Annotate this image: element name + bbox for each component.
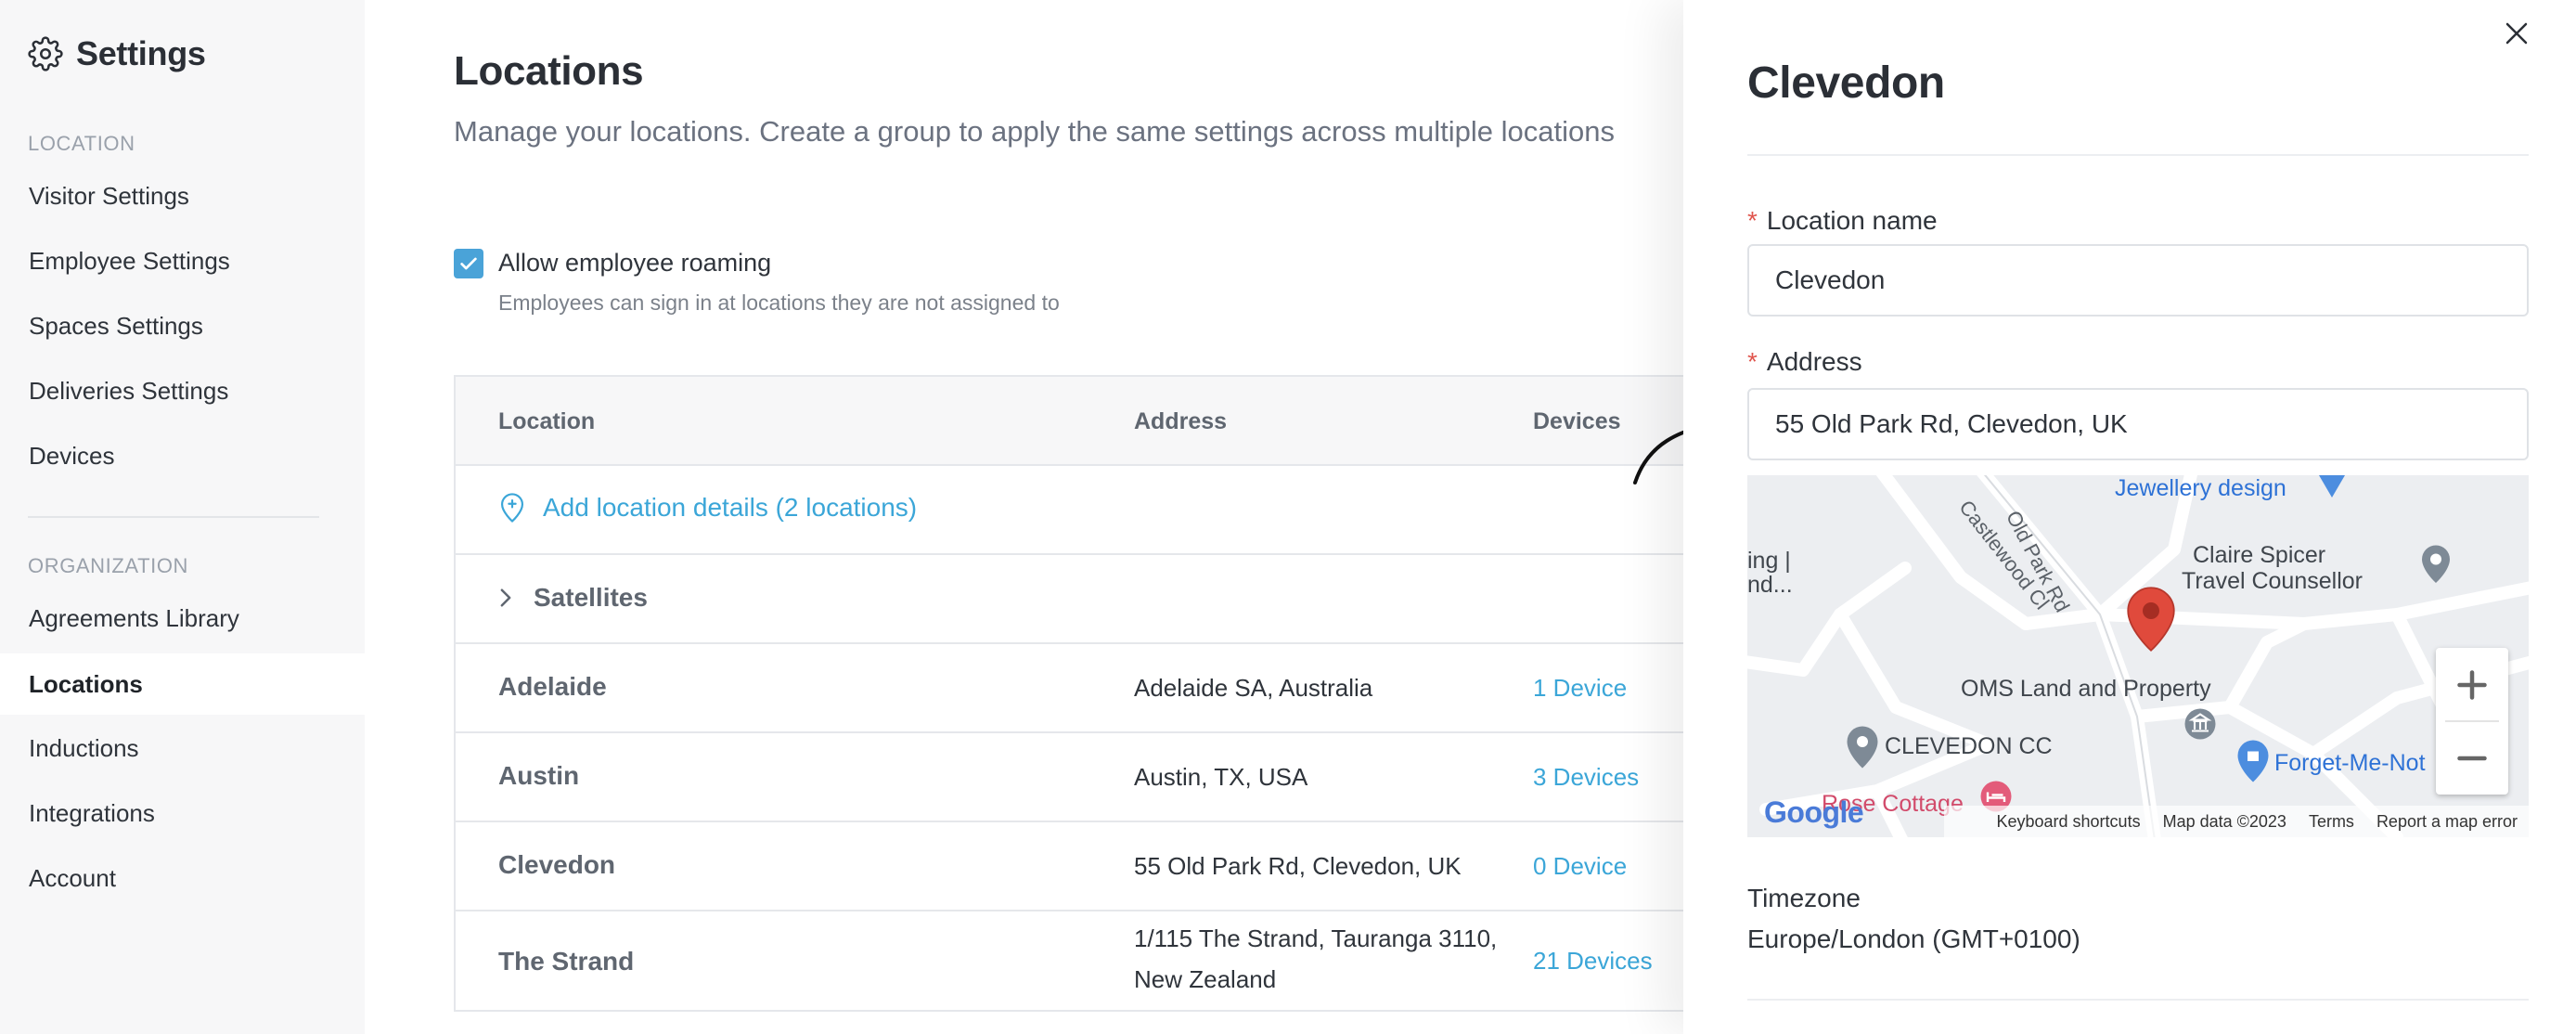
devices-link[interactable]: 21 Devices bbox=[1533, 947, 1653, 976]
page-subtitle: Manage your locations. Create a group to… bbox=[454, 115, 1616, 148]
panel-divider bbox=[1747, 154, 2529, 156]
close-icon[interactable] bbox=[2503, 19, 2531, 47]
table-header: Location Address Devices bbox=[456, 377, 1753, 466]
sidebar-item-visitor-settings[interactable]: Visitor Settings bbox=[0, 168, 365, 224]
location-address-line2: New Zealand bbox=[1134, 965, 1277, 993]
table-row[interactable]: Austin Austin, TX, USA 3 Devices bbox=[456, 733, 1753, 822]
location-address: Adelaide SA, Australia bbox=[1134, 674, 1373, 702]
map-roads bbox=[1747, 475, 2529, 837]
roaming-help-text: Employees can sign in at locations they … bbox=[498, 291, 1060, 315]
zoom-out-button[interactable] bbox=[2436, 721, 2508, 795]
map-marker-grey-icon bbox=[1847, 726, 1878, 769]
map-zoom-control bbox=[2436, 648, 2508, 795]
map-label-claire-2: Travel Counsellor bbox=[2182, 568, 2363, 594]
keyboard-shortcuts-link[interactable]: Keyboard shortcuts bbox=[1996, 812, 2140, 832]
location-address: 55 Old Park Rd, Clevedon, UK bbox=[1134, 852, 1462, 880]
map-data-attribution: Map data ©2023 bbox=[2162, 811, 2286, 831]
table-row-group[interactable]: Satellites bbox=[456, 555, 1753, 644]
locations-table: Location Address Devices Add location de… bbox=[454, 375, 1753, 1012]
sidebar-divider bbox=[28, 516, 319, 518]
map-label-claire-1: Claire Spicer bbox=[2193, 542, 2326, 568]
sidebar-item-spaces-settings[interactable]: Spaces Settings bbox=[0, 298, 365, 354]
group-label: Satellites bbox=[534, 583, 648, 612]
check-icon bbox=[460, 257, 477, 270]
terms-link[interactable]: Terms bbox=[2309, 812, 2354, 832]
map-museum-icon bbox=[2184, 708, 2216, 740]
map-marker-blue-icon bbox=[2319, 475, 2345, 498]
location-address: Austin, TX, USA bbox=[1134, 763, 1308, 791]
sidebar-item-deliveries-settings[interactable]: Deliveries Settings bbox=[0, 363, 365, 419]
roaming-label[interactable]: Allow employee roaming bbox=[498, 249, 771, 278]
map-label-ing: ing | bbox=[1747, 548, 1791, 574]
timezone-label: Timezone bbox=[1747, 884, 1861, 912]
map-label-nd: nd... bbox=[1747, 572, 1793, 598]
location-name-label: * Location name bbox=[1747, 206, 1938, 236]
map-label-jewellery: Jewellery design bbox=[2115, 475, 2286, 501]
location-name: Clevedon bbox=[498, 850, 616, 879]
sidebar-item-employee-settings[interactable]: Employee Settings bbox=[0, 233, 365, 289]
devices-link[interactable]: 3 Devices bbox=[1533, 763, 1639, 792]
required-marker: * bbox=[1747, 347, 1758, 376]
map-label-forget-me-not: Forget-Me-Not bbox=[2274, 750, 2426, 776]
zoom-separator bbox=[2445, 720, 2499, 722]
address-label-text: Address bbox=[1766, 347, 1862, 376]
location-detail-panel: Clevedon * Location name * Address bbox=[1683, 0, 2576, 1034]
gear-icon bbox=[28, 36, 63, 71]
roaming-checkbox[interactable] bbox=[454, 249, 483, 278]
map-shopping-icon bbox=[2237, 740, 2269, 782]
sidebar-item-integrations[interactable]: Integrations bbox=[0, 785, 365, 841]
column-header-devices[interactable]: Devices bbox=[1533, 408, 1621, 435]
table-row-add-details[interactable]: Add location details (2 locations) bbox=[456, 466, 1753, 555]
map-label-oms: OMS Land and Property bbox=[1961, 676, 2211, 702]
devices-link[interactable]: 1 Device bbox=[1533, 674, 1627, 703]
add-location-details-link[interactable]: Add location details (2 locations) bbox=[543, 493, 917, 523]
sidebar-item-agreements-library[interactable]: Agreements Library bbox=[0, 590, 365, 646]
sidebar-section-location: LOCATION bbox=[28, 132, 135, 155]
location-name-input[interactable] bbox=[1747, 244, 2529, 317]
map-marker-grey-icon bbox=[2422, 545, 2450, 583]
sidebar-header: Settings bbox=[28, 33, 206, 74]
map-footer: Keyboard shortcuts Map data ©2023 Terms … bbox=[1747, 806, 2529, 837]
map-label-clevedon-cc: CLEVEDON CC bbox=[1885, 733, 2053, 759]
sidebar-item-account[interactable]: Account bbox=[0, 850, 365, 906]
timezone-value: Europe/London (GMT+0100) bbox=[1747, 924, 2080, 953]
group-satellites[interactable]: Satellites bbox=[498, 583, 648, 613]
chevron-right-icon[interactable] bbox=[498, 588, 513, 608]
close-button[interactable] bbox=[2496, 13, 2537, 54]
location-name: Austin bbox=[498, 761, 580, 790]
sidebar-item-devices[interactable]: Devices bbox=[0, 428, 365, 484]
required-marker: * bbox=[1747, 206, 1758, 235]
address-input[interactable] bbox=[1747, 388, 2529, 460]
location-address: 1/115 The Strand, Tauranga 3110, bbox=[1134, 924, 1498, 952]
sidebar: Settings LOCATION Visitor Settings Emplo… bbox=[0, 0, 365, 1034]
location-name: Adelaide bbox=[498, 672, 607, 701]
zoom-in-button[interactable] bbox=[2436, 648, 2508, 721]
sidebar-title: Settings bbox=[76, 34, 206, 72]
page-title: Locations bbox=[454, 48, 644, 94]
table-row[interactable]: Clevedon 55 Old Park Rd, Clevedon, UK 0 … bbox=[456, 822, 1753, 911]
devices-link[interactable]: 0 Device bbox=[1533, 852, 1627, 881]
address-label: * Address bbox=[1747, 347, 1862, 377]
location-name-label-text: Location name bbox=[1766, 206, 1938, 235]
sidebar-item-locations[interactable]: Locations bbox=[0, 653, 365, 715]
sidebar-item-inductions[interactable]: Inductions bbox=[0, 720, 365, 776]
plus-icon[interactable] bbox=[2455, 668, 2489, 702]
table-row[interactable]: The Strand 1/115 The Strand, Tauranga 31… bbox=[456, 911, 1753, 1014]
sidebar-section-organization: ORGANIZATION bbox=[28, 554, 189, 577]
report-error-link[interactable]: Report a map error bbox=[2376, 812, 2518, 832]
map-location-pin-icon bbox=[2127, 587, 2175, 652]
panel-title: Clevedon bbox=[1747, 58, 1945, 108]
minus-icon[interactable] bbox=[2455, 742, 2489, 775]
table-row[interactable]: Adelaide Adelaide SA, Australia 1 Device bbox=[456, 644, 1753, 733]
location-pin-icon bbox=[500, 493, 524, 523]
column-header-location[interactable]: Location bbox=[498, 408, 595, 435]
column-header-address[interactable]: Address bbox=[1134, 408, 1227, 435]
panel-divider bbox=[1747, 999, 2529, 1001]
add-location-details[interactable]: Add location details (2 locations) bbox=[498, 492, 917, 523]
location-name: The Strand bbox=[498, 947, 635, 976]
location-map[interactable]: Jewellery design Old Park Rd Castlewood … bbox=[1747, 475, 2529, 837]
